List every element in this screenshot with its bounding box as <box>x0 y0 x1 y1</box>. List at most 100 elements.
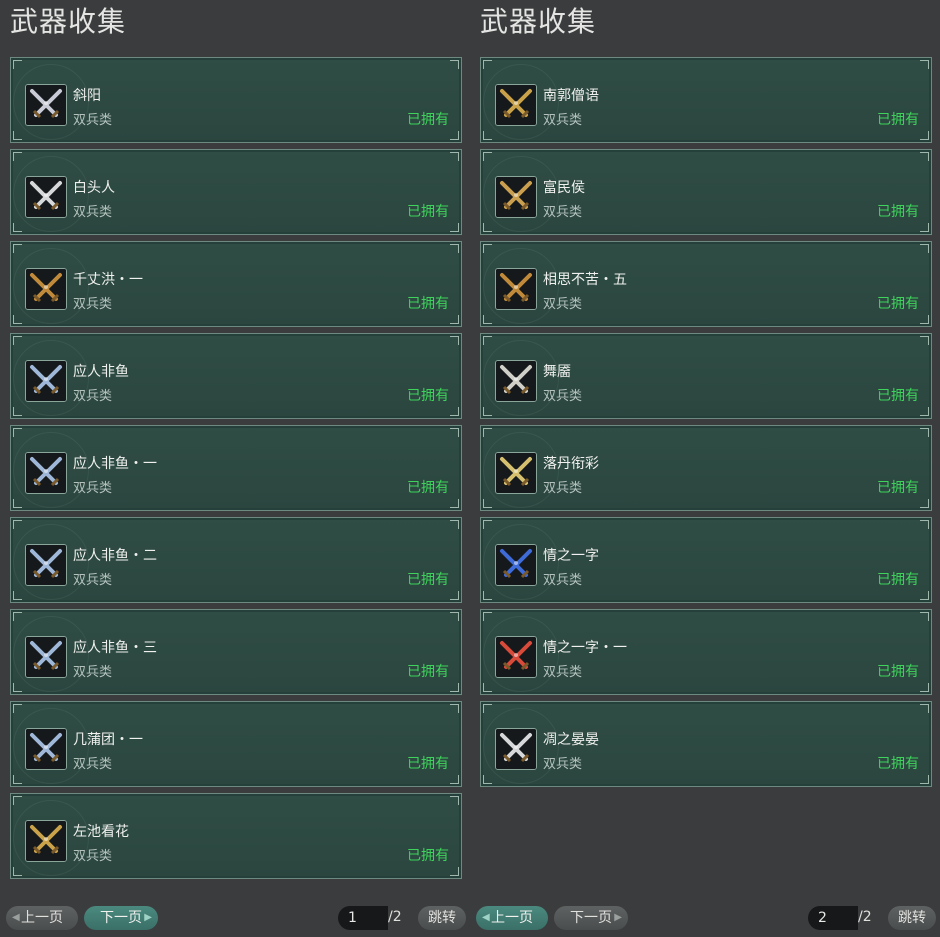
weapon-card[interactable]: 舞靥 双兵类 已拥有 <box>480 333 932 419</box>
card-corner <box>450 867 459 876</box>
chevron-right-icon: ▶ <box>144 912 152 923</box>
owned-status: 已拥有 <box>407 112 449 128</box>
card-corner <box>920 131 929 140</box>
card-corner <box>920 244 929 253</box>
weapon-name: 应人非鱼・一 <box>73 456 157 472</box>
owned-status: 已拥有 <box>407 204 449 220</box>
weapon-card[interactable]: 落丹衔彩 双兵类 已拥有 <box>480 425 932 511</box>
weapon-card[interactable]: 情之一字 双兵类 已拥有 <box>480 517 932 603</box>
page-number-input[interactable] <box>808 906 858 930</box>
weapon-card[interactable]: 白头人双兵类 已拥有 <box>10 149 462 235</box>
weapon-card[interactable]: 千丈洪・一 双兵类 已拥有 <box>10 241 462 327</box>
crossed-swords-icon <box>25 360 67 402</box>
jump-button[interactable]: 跳转 <box>888 906 936 930</box>
page-total: /2 <box>858 909 872 925</box>
owned-status: 已拥有 <box>877 296 919 312</box>
card-corner <box>483 775 492 784</box>
weapon-card[interactable]: 几蒲团・一 双兵类 已拥有 <box>10 701 462 787</box>
panel-title: 武器收集 <box>10 5 127 38</box>
card-corner <box>920 315 929 324</box>
weapon-card[interactable]: 富民侯 双兵类 已拥有 <box>480 149 932 235</box>
weapon-type: 双兵类 <box>543 113 583 128</box>
owned-status: 已拥有 <box>407 756 449 772</box>
crossed-swords-icon <box>25 820 67 862</box>
card-corner <box>450 244 459 253</box>
next-page-button[interactable]: 下一页 ▶ <box>554 906 628 930</box>
chevron-left-icon: ◀ <box>12 912 20 923</box>
prev-page-label: 上一页 <box>491 910 533 926</box>
card-corner <box>450 704 459 713</box>
weapon-type: 双兵类 <box>73 481 113 496</box>
owned-status: 已拥有 <box>407 664 449 680</box>
card-corner <box>483 612 492 621</box>
card-corner <box>920 407 929 416</box>
weapon-card[interactable]: 相思不苦・五 双兵类 已拥有 <box>480 241 932 327</box>
card-corner <box>920 152 929 161</box>
next-page-button[interactable]: 下一页 ▶ <box>84 906 158 930</box>
chevron-right-icon: ▶ <box>614 912 622 923</box>
card-corner <box>13 796 22 805</box>
card-corner <box>13 60 22 69</box>
card-corner <box>483 520 492 529</box>
card-corner <box>13 407 22 416</box>
weapon-name: 白头人 <box>73 180 115 196</box>
weapon-type: 双兵类 <box>73 205 113 220</box>
crossed-swords-icon <box>25 452 67 494</box>
weapon-card[interactable]: 左池看花 双兵类 已拥有 <box>10 793 462 879</box>
weapon-card[interactable]: 斜阳 双兵类 已拥有 <box>10 57 462 143</box>
weapon-card[interactable]: 应人非鱼・二 双兵类 已拥有 <box>10 517 462 603</box>
owned-status: 已拥有 <box>407 480 449 496</box>
weapon-type: 双兵类 <box>73 389 113 404</box>
page-number-input[interactable] <box>338 906 388 930</box>
card-corner <box>13 520 22 529</box>
crossed-swords-icon <box>495 176 537 218</box>
owned-status: 已拥有 <box>877 480 919 496</box>
page-total: /2 <box>388 909 402 925</box>
prev-page-button[interactable]: ◀ 上一页 <box>476 906 548 930</box>
weapon-name: 相思不苦・五 <box>543 272 627 288</box>
card-corner <box>450 336 459 345</box>
weapon-name: 凋之晏晏 <box>543 732 599 748</box>
card-corner <box>483 499 492 508</box>
card-corner <box>13 499 22 508</box>
weapon-name: 应人非鱼・二 <box>73 548 157 564</box>
card-corner <box>450 796 459 805</box>
weapon-card[interactable]: 应人非鱼・三 双兵类 已拥有 <box>10 609 462 695</box>
card-corner <box>920 683 929 692</box>
card-corner <box>13 223 22 232</box>
weapon-type: 双兵类 <box>543 297 583 312</box>
weapon-name: 几蒲团・一 <box>73 732 143 748</box>
card-corner <box>483 683 492 692</box>
owned-status: 已拥有 <box>407 848 449 864</box>
jump-button[interactable]: 跳转 <box>418 906 466 930</box>
card-corner <box>920 60 929 69</box>
prev-page-button[interactable]: ◀ 上一页 <box>6 906 78 930</box>
weapon-card[interactable]: 情之一字・一 双兵类 已拥有 <box>480 609 932 695</box>
weapon-type: 双兵类 <box>543 205 583 220</box>
crossed-swords-icon <box>495 544 537 586</box>
weapon-card[interactable]: 应人非鱼・一 双兵类 已拥有 <box>10 425 462 511</box>
card-corner <box>450 428 459 437</box>
card-corner <box>483 315 492 324</box>
card-corner <box>13 612 22 621</box>
card-corner <box>13 428 22 437</box>
owned-status: 已拥有 <box>877 572 919 588</box>
card-corner <box>483 244 492 253</box>
left-panel: 武器收集 斜阳 双兵类 已拥有 白头人 双兵类 已拥有 千丈洪・一 双兵类 已拥有 应人非鱼 双兵类… <box>0 0 470 937</box>
crossed-swords-icon <box>495 452 537 494</box>
weapon-type: 双兵类 <box>543 757 583 772</box>
right-panel: 武器收集 南郭僧语 双兵类 已拥有 富民侯 双兵类 已拥有 相思不苦・五 双兵类 已拥有 舞靥 双兵… <box>470 0 940 937</box>
weapon-type: 双兵类 <box>73 665 113 680</box>
card-corner <box>13 704 22 713</box>
weapon-card[interactable]: 应人非鱼 双兵类 已拥有 <box>10 333 462 419</box>
card-corner <box>920 612 929 621</box>
card-corner <box>450 131 459 140</box>
owned-status: 已拥有 <box>877 204 919 220</box>
card-corner <box>13 775 22 784</box>
next-page-label: 下一页 <box>100 910 142 926</box>
card-corner <box>13 152 22 161</box>
weapon-card[interactable]: 南郭僧语 双兵类 已拥有 <box>480 57 932 143</box>
weapon-card[interactable]: 凋之晏晏 双兵类 已拥有 <box>480 701 932 787</box>
card-corner <box>920 520 929 529</box>
card-corner <box>13 131 22 140</box>
